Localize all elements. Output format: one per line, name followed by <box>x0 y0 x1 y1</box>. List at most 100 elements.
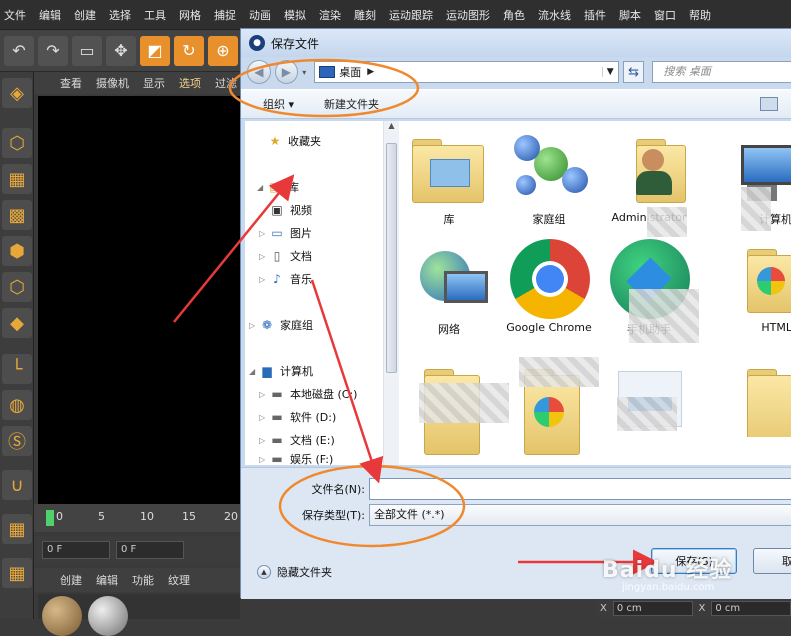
file-item-homegroup[interactable]: 家庭组 <box>499 127 599 227</box>
live-select-icon[interactable]: ▭ <box>72 35 102 66</box>
viewport-tab-display[interactable]: 显示 <box>143 75 165 91</box>
menu-help[interactable]: 帮助 <box>689 7 711 23</box>
expand-arrow-icon[interactable]: ▷ <box>259 252 269 261</box>
workplane-icon[interactable]: ▩ <box>2 200 32 230</box>
file-item-network[interactable]: 网络 <box>399 237 499 337</box>
collapse-arrow-icon[interactable]: ◢ <box>257 183 267 192</box>
material-menu-function[interactable]: 功能 <box>132 572 154 588</box>
nav-scrollbar[interactable]: ▲ <box>383 121 399 465</box>
lock-grid-icon[interactable]: ▦ <box>2 514 32 544</box>
menu-mesh[interactable]: 网格 <box>179 7 201 23</box>
timeline-playhead[interactable] <box>46 510 54 526</box>
viewport-tab-view[interactable]: 查看 <box>60 75 82 91</box>
material-swatch[interactable] <box>88 596 128 636</box>
refresh-icon[interactable]: ⇆ <box>622 61 645 83</box>
current-frame-field[interactable]: 0 F <box>116 541 184 559</box>
organize-button[interactable]: 组织 ▾ <box>263 96 294 112</box>
menu-file[interactable]: 文件 <box>4 7 26 23</box>
rotate-icon[interactable]: ↻ <box>174 35 204 66</box>
cancel-button[interactable]: 取消 <box>753 548 791 574</box>
menu-window[interactable]: 窗口 <box>654 7 676 23</box>
snap-icon[interactable]: Ⓢ <box>2 426 32 456</box>
menu-animate[interactable]: 动画 <box>249 7 271 23</box>
back-button[interactable]: ◀ <box>247 60 271 84</box>
scroll-thumb[interactable] <box>386 143 397 373</box>
axis-icon[interactable]: └ <box>2 354 32 384</box>
dialog-titlebar[interactable]: ● 保存文件 <box>241 29 791 57</box>
search-input[interactable]: 搜索 桌面 <box>652 61 791 83</box>
expand-arrow-icon[interactable]: ▷ <box>259 229 269 238</box>
coord-x2-field[interactable]: 0 cm <box>711 601 791 616</box>
viewport-tab-options[interactable]: 选项 <box>179 75 201 91</box>
model-mode-icon[interactable]: ◈ <box>2 78 32 108</box>
material-menu-create[interactable]: 创建 <box>60 572 82 588</box>
menu-motion-tracking[interactable]: 运动跟踪 <box>389 7 433 23</box>
recent-locations-icon[interactable]: ▾ <box>302 68 306 77</box>
viewport-tab-cameras[interactable]: 摄像机 <box>96 75 129 91</box>
menu-simulate[interactable]: 模拟 <box>284 7 306 23</box>
nav-drive-e[interactable]: ▷ ▬ 文档 (E:) <box>259 432 335 448</box>
menu-select[interactable]: 选择 <box>109 7 131 23</box>
edges-mode-icon[interactable]: ⬡ <box>2 272 32 302</box>
filename-input[interactable] <box>369 478 791 500</box>
timeline[interactable]: 0 5 10 15 20 <box>34 504 240 532</box>
menu-tools[interactable]: 工具 <box>144 7 166 23</box>
nav-libraries[interactable]: ◢ ▤ 库 <box>257 179 299 195</box>
nav-videos[interactable]: ▣ 视频 <box>269 202 312 218</box>
mouse-icon[interactable]: ◍ <box>2 390 32 420</box>
3d-viewport[interactable] <box>38 96 240 504</box>
menu-pipeline[interactable]: 流水线 <box>538 7 571 23</box>
undo-icon[interactable]: ↶ <box>4 35 34 66</box>
file-item-libraries[interactable]: 库 <box>399 127 499 227</box>
filetype-select[interactable]: 全部文件 (*.*) <box>369 504 791 526</box>
nav-documents[interactable]: ▷ ▯ 文档 <box>259 248 312 264</box>
nav-music[interactable]: ▷ ♪ 音乐 <box>259 271 312 287</box>
menu-plugins[interactable]: 插件 <box>584 7 606 23</box>
chevron-up-icon[interactable]: ▲ <box>257 565 271 579</box>
expand-arrow-icon[interactable]: ▷ <box>259 413 269 422</box>
texture-mode-icon[interactable]: ▦ <box>2 164 32 194</box>
move-icon[interactable]: ✥ <box>106 35 136 66</box>
expand-arrow-icon[interactable]: ▷ <box>259 455 269 464</box>
new-folder-button[interactable]: 新建文件夹 <box>324 96 379 112</box>
hide-folders-toggle[interactable]: ▲ 隐藏文件夹 <box>257 564 332 580</box>
menu-mograph[interactable]: 运动图形 <box>446 7 490 23</box>
nav-drive-c[interactable]: ▷ ▬ 本地磁盘 (C:) <box>259 386 357 402</box>
expand-arrow-icon[interactable]: ▷ <box>249 321 259 330</box>
nav-homegroup[interactable]: ▷ ❁ 家庭组 <box>249 317 313 333</box>
menu-create[interactable]: 创建 <box>74 7 96 23</box>
redo-icon[interactable]: ↷ <box>38 35 68 66</box>
material-menu-edit[interactable]: 编辑 <box>96 572 118 588</box>
change-view-icon[interactable] <box>760 97 778 111</box>
forward-button[interactable]: ▶ <box>274 60 299 84</box>
coord-x-field[interactable]: 0 cm <box>612 601 693 616</box>
material-swatch[interactable] <box>42 596 82 636</box>
file-item-folder[interactable] <box>699 357 791 437</box>
file-item-html[interactable]: HTML <box>699 237 791 334</box>
menu-edit[interactable]: 编辑 <box>39 7 61 23</box>
object-mode-icon[interactable]: ⬡ <box>2 128 32 158</box>
magnet-icon[interactable]: ∪ <box>2 470 32 500</box>
menu-character[interactable]: 角色 <box>503 7 525 23</box>
menu-script[interactable]: 脚本 <box>619 7 641 23</box>
polygons-mode-icon[interactable]: ◆ <box>2 308 32 338</box>
scroll-up-icon[interactable]: ▲ <box>384 121 399 135</box>
menu-sculpt[interactable]: 雕刻 <box>354 7 376 23</box>
scale-icon[interactable]: ◩ <box>140 35 170 66</box>
transform-icon[interactable]: ⊕ <box>208 35 238 66</box>
nav-drive-d[interactable]: ▷ ▬ 软件 (D:) <box>259 409 336 425</box>
viewport-tab-filter[interactable]: 过滤 <box>215 75 237 91</box>
file-item-chrome[interactable]: Google Chrome <box>499 237 599 334</box>
expand-arrow-icon[interactable]: ▷ <box>259 390 269 399</box>
expand-arrow-icon[interactable]: ▷ <box>259 275 269 284</box>
address-path[interactable]: 桌面 <box>339 64 361 80</box>
expand-arrow-icon[interactable]: ▷ <box>259 436 269 445</box>
breadcrumb-arrow-icon[interactable]: ▶ <box>367 67 374 77</box>
nav-favorites[interactable]: ★ 收藏夹 <box>267 133 321 149</box>
menu-snap[interactable]: 捕捉 <box>214 7 236 23</box>
points-mode-icon[interactable]: ⬢ <box>2 236 32 266</box>
menu-render[interactable]: 渲染 <box>319 7 341 23</box>
start-frame-field[interactable]: 0 F <box>42 541 110 559</box>
address-bar[interactable]: 桌面 ▶ ▼ <box>314 61 619 83</box>
nav-drive-f[interactable]: ▷ ▬ 娱乐 (F:) <box>259 453 333 465</box>
